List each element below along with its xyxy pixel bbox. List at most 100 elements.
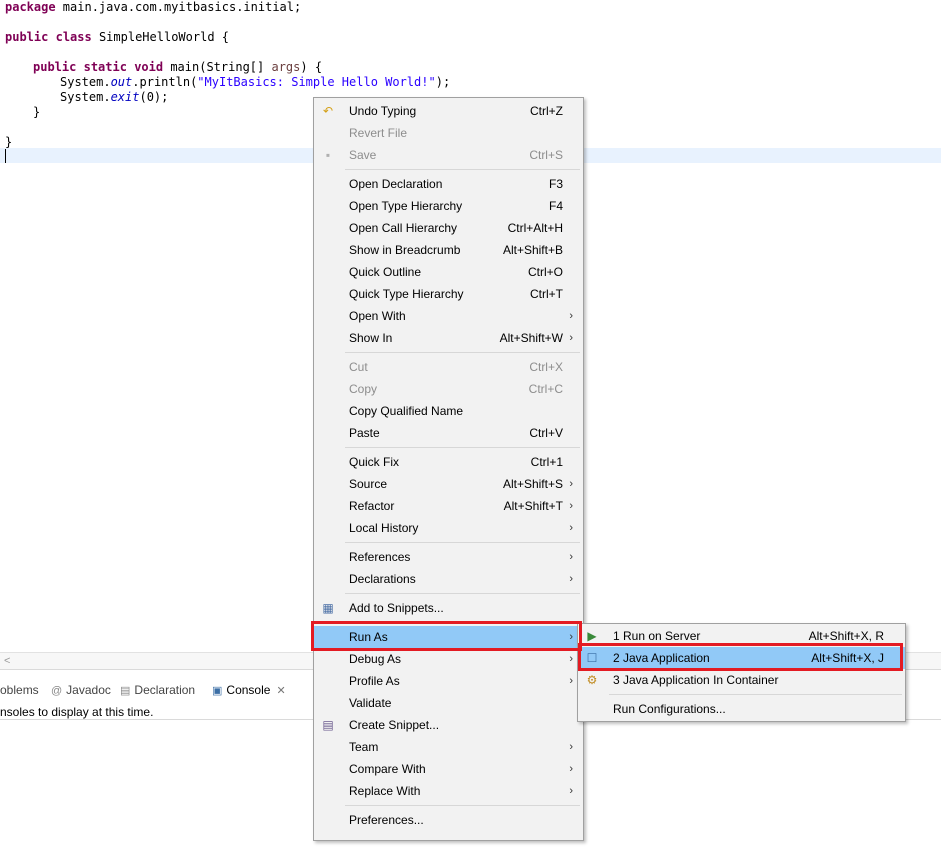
menu-copy[interactable]: Copy Ctrl+C [314,378,583,400]
menu-item-label: Open Declaration [349,177,443,191]
submenu-arrow-icon: › [569,478,573,490]
menu-item-label: Team [349,740,379,754]
menu-profile-as[interactable]: Profile As › [314,670,583,692]
menu-cut[interactable]: Cut Ctrl+X [314,356,583,378]
menu-open-declaration[interactable]: Open Declaration F3 [314,173,583,195]
menu-quick-type-hierarchy[interactable]: Quick Type Hierarchy Ctrl+T [314,283,583,305]
save-icon: ▪ [325,148,331,162]
string-literal: "MyItBasics: Simple Hello World!" [197,75,436,89]
submenu-arrow-icon: › [569,522,573,534]
menu-references[interactable]: References › [314,546,583,568]
menu-replace-with[interactable]: Replace With › [314,780,583,802]
submenu-run-configurations[interactable]: Run Configurations... [578,698,905,720]
menu-item-label: Save [349,148,377,162]
menu-item-label: Run Configurations... [613,702,726,716]
menu-item-label: Local History [349,521,419,535]
submenu-arrow-icon: › [569,310,573,322]
menu-item-label: Show in Breadcrumb [349,243,461,257]
menu-item-label: Undo Typing [349,104,417,118]
menu-compare-with[interactable]: Compare With › [314,758,583,780]
container-icon: ⚙ [586,673,598,687]
tab-problems[interactable]: oblems [0,670,39,703]
submenu-java-application-in-container[interactable]: ⚙ 3 Java Application In Container [578,669,905,691]
menu-item-label: Debug As [349,652,402,666]
menu-item-shortcut: Alt+Shift+W [499,331,563,345]
menu-run-as[interactable]: Run As › [314,626,583,648]
menu-item-label: Compare With [349,762,426,776]
menu-create-snippet[interactable]: ▤ Create Snippet... [314,714,583,736]
menu-item-label: 1 Run on Server [613,629,701,643]
submenu-run-on-server[interactable]: ▶ 1 Run on Server Alt+Shift+X, R [578,625,905,647]
menu-show-in[interactable]: Show In Alt+Shift+W › [314,327,583,349]
menu-undo-typing[interactable]: ↶ Undo Typing Ctrl+Z [314,100,583,122]
keyword: public [33,60,77,74]
code-text: main.java.com.myitbasics.initial; [55,0,302,14]
tab-javadoc[interactable]: @ Javadoc [51,670,111,703]
menu-open-call-hierarchy[interactable]: Open Call Hierarchy Ctrl+Alt+H [314,217,583,239]
submenu-arrow-icon: › [569,500,573,512]
submenu-arrow-icon: › [569,551,573,563]
menu-preferences[interactable]: Preferences... [314,809,583,831]
menu-item-shortcut: F4 [548,199,563,213]
scroll-left-icon[interactable]: < [4,653,10,669]
menu-validate[interactable]: Validate [314,692,583,714]
menu-item-label: Create Snippet... [349,718,440,732]
menu-declarations[interactable]: Declarations › [314,568,583,590]
snippets-icon: ▦ [322,601,334,615]
menu-item-shortcut: Ctrl+Z [530,104,563,118]
menu-item-shortcut: Ctrl+O [527,265,563,279]
menu-open-type-hierarchy[interactable]: Open Type Hierarchy F4 [314,195,583,217]
java-app-icon: ☐ [586,651,598,665]
menu-quick-outline[interactable]: Quick Outline Ctrl+O [314,261,583,283]
menu-item-shortcut: Ctrl+T [530,287,563,301]
menu-paste[interactable]: Paste Ctrl+V [314,422,583,444]
tab-console[interactable]: ▣ Console ✕ [208,670,290,703]
code-text: .println( [132,75,198,89]
menu-revert-file[interactable]: Revert File [314,122,583,144]
submenu-java-application[interactable]: ☐ 2 Java Application Alt+Shift+X, J [578,647,905,669]
menu-debug-as[interactable]: Debug As › [314,648,583,670]
menu-separator [345,447,580,448]
close-icon[interactable]: ✕ [276,685,285,697]
menu-open-with[interactable]: Open With › [314,305,583,327]
text-caret [5,149,6,163]
menu-item-label: Run As [349,630,388,644]
code-line-7: } [5,135,13,149]
menu-team[interactable]: Team › [314,736,583,758]
menu-item-shortcut: Ctrl+V [529,426,563,440]
server-run-icon: ▶ [587,629,597,643]
submenu-arrow-icon: › [569,332,573,344]
menu-item-label: Validate [349,696,392,710]
static-field: out [110,75,133,89]
keyword: static [83,60,127,74]
undo-icon: ↶ [322,104,334,118]
menu-local-history[interactable]: Local History › [314,517,583,539]
menu-item-shortcut: Alt+Shift+T [503,499,563,513]
keyword: package [5,0,56,14]
submenu-arrow-icon: › [569,741,573,753]
code-text: SimpleHelloWorld { [91,30,229,44]
code-text: System. [60,75,111,89]
create-snippet-icon: ▤ [322,718,334,732]
code-text: (0); [139,90,169,104]
menu-item-label: Open Type Hierarchy [349,199,463,213]
menu-source[interactable]: Source Alt+Shift+S › [314,473,583,495]
run-as-submenu: ▶ 1 Run on Server Alt+Shift+X, R ☐ 2 Jav… [577,623,906,722]
menu-item-shortcut: Ctrl+X [529,360,563,374]
keyword: class [55,30,92,44]
menu-add-to-snippets[interactable]: ▦ Add to Snippets... [314,597,583,619]
menu-quick-fix[interactable]: Quick Fix Ctrl+1 [314,451,583,473]
menu-item-label: Paste [349,426,380,440]
tab-declaration[interactable]: ▤ Declaration [120,670,195,703]
menu-item-shortcut: Alt+Shift+S [502,477,563,491]
tab-label: Declaration [134,683,196,697]
menu-item-shortcut: Alt+Shift+X, R [808,629,884,643]
menu-show-in-breadcrumb[interactable]: Show in Breadcrumb Alt+Shift+B [314,239,583,261]
menu-refactor[interactable]: Refactor Alt+Shift+T › [314,495,583,517]
menu-item-label: Cut [349,360,368,374]
menu-item-label: Add to Snippets... [349,601,444,615]
menu-save[interactable]: ▪ Save Ctrl+S [314,144,583,166]
menu-item-label: Show In [349,331,393,345]
menu-item-label: Profile As [349,674,400,688]
menu-copy-qualified-name[interactable]: Copy Qualified Name [314,400,583,422]
